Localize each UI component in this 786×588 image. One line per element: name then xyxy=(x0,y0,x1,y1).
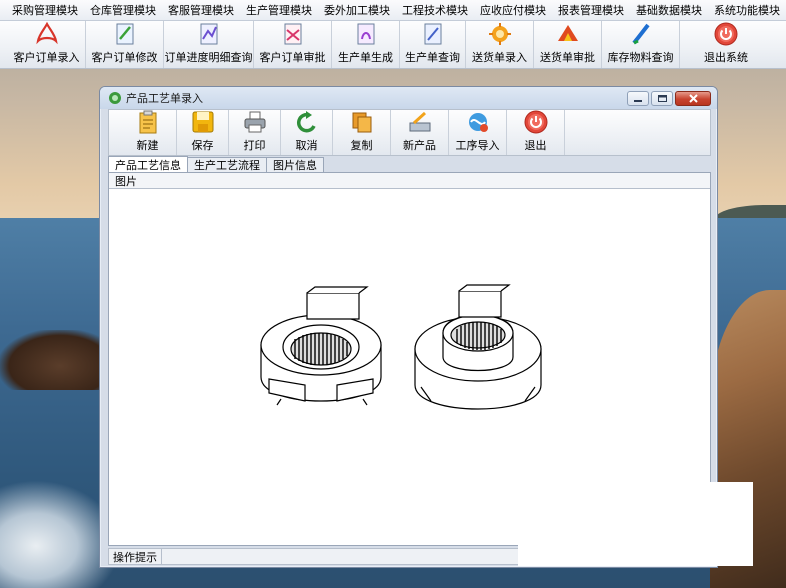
wallpaper-rock xyxy=(0,330,100,390)
query-document-icon xyxy=(420,21,446,47)
close-icon xyxy=(688,94,698,103)
window-controls xyxy=(627,91,711,106)
maximize-icon xyxy=(657,95,667,102)
pdf-document-icon xyxy=(34,21,60,47)
undo-icon xyxy=(294,109,320,135)
delivery-order-entry-button[interactable]: 送货单录入 xyxy=(466,21,534,68)
generate-document-icon xyxy=(353,21,379,47)
save-icon xyxy=(190,109,216,135)
menu-base-data[interactable]: 基础数据模块 xyxy=(630,2,708,18)
delivery-entry-icon xyxy=(487,21,513,47)
new-button[interactable]: 新建 xyxy=(119,110,177,155)
new-document-icon xyxy=(135,109,161,135)
delivery-order-approve-button[interactable]: 送货单审批 xyxy=(534,21,602,68)
edit-document-icon xyxy=(112,21,138,47)
window-title: 产品工艺单录入 xyxy=(126,92,203,105)
printer-icon xyxy=(242,109,268,135)
tab-picture-info[interactable]: 图片信息 xyxy=(266,157,324,172)
menu-receivables[interactable]: 应收应付模块 xyxy=(474,2,552,18)
copy-icon xyxy=(349,109,375,135)
menu-warehouse[interactable]: 仓库管理模块 xyxy=(84,2,162,18)
power-icon xyxy=(523,109,549,135)
order-progress-query-button[interactable]: 订单进度明细查询 xyxy=(164,21,254,68)
operation-hint-label: 操作提示 xyxy=(109,549,162,564)
close-button[interactable] xyxy=(675,91,711,106)
production-order-query-button[interactable]: 生产单查询 xyxy=(400,21,466,68)
tab-strip: 产品工艺信息 生产工艺流程 图片信息 xyxy=(108,156,324,172)
window-title-bar[interactable]: 产品工艺单录入 xyxy=(100,87,717,109)
exit-button[interactable]: 退出 xyxy=(507,110,565,155)
new-product-icon xyxy=(407,109,433,135)
delivery-approve-icon xyxy=(555,21,581,47)
copy-button[interactable]: 复制 xyxy=(333,110,391,155)
window-toolbar: 新建 保存 打印 取消 复制 新产品 工序导入 退出 xyxy=(108,109,711,156)
main-toolbar: 客户订单录入 客户订单修改 订单进度明细查询 客户订单审批 生产单生成 生产单查… xyxy=(0,21,786,69)
new-product-button[interactable]: 新产品 xyxy=(391,110,449,155)
customer-order-approve-button[interactable]: 客户订单审批 xyxy=(254,21,332,68)
menu-customer-service[interactable]: 客服管理模块 xyxy=(162,2,240,18)
maximize-button[interactable] xyxy=(651,91,673,106)
customer-order-entry-button[interactable]: 客户订单录入 xyxy=(8,21,86,68)
power-icon xyxy=(713,21,739,47)
cancel-button[interactable]: 取消 xyxy=(281,110,333,155)
inventory-query-icon xyxy=(628,21,654,47)
menu-outsourcing[interactable]: 委外加工模块 xyxy=(318,2,396,18)
tab-production-flow[interactable]: 生产工艺流程 xyxy=(187,157,267,172)
customer-order-edit-button[interactable]: 客户订单修改 xyxy=(86,21,164,68)
minimize-button[interactable] xyxy=(627,91,649,106)
menu-engineering[interactable]: 工程技术模块 xyxy=(396,2,474,18)
menu-system[interactable]: 系统功能模块 xyxy=(708,2,786,18)
blank-overlay xyxy=(518,482,753,566)
menu-reports[interactable]: 报表管理模块 xyxy=(552,2,630,18)
process-import-icon xyxy=(465,109,491,135)
menu-purchase[interactable]: 采购管理模块 xyxy=(6,2,84,18)
production-order-generate-button[interactable]: 生产单生成 xyxy=(332,21,400,68)
save-button[interactable]: 保存 xyxy=(177,110,229,155)
app-icon xyxy=(109,92,121,104)
tab-product-process-info[interactable]: 产品工艺信息 xyxy=(108,156,188,172)
chart-document-icon xyxy=(196,21,222,47)
print-button[interactable]: 打印 xyxy=(229,110,281,155)
picture-header: 图片 xyxy=(109,173,710,189)
process-import-button[interactable]: 工序导入 xyxy=(449,110,507,155)
exit-system-button[interactable]: 退出系统 xyxy=(680,21,772,68)
inventory-query-button[interactable]: 库存物料查询 xyxy=(602,21,680,68)
menu-production[interactable]: 生产管理模块 xyxy=(240,2,318,18)
menu-bar: 采购管理模块 仓库管理模块 客服管理模块 生产管理模块 委外加工模块 工程技术模… xyxy=(0,0,786,21)
minimize-icon xyxy=(634,99,642,102)
approve-document-icon xyxy=(280,21,306,47)
